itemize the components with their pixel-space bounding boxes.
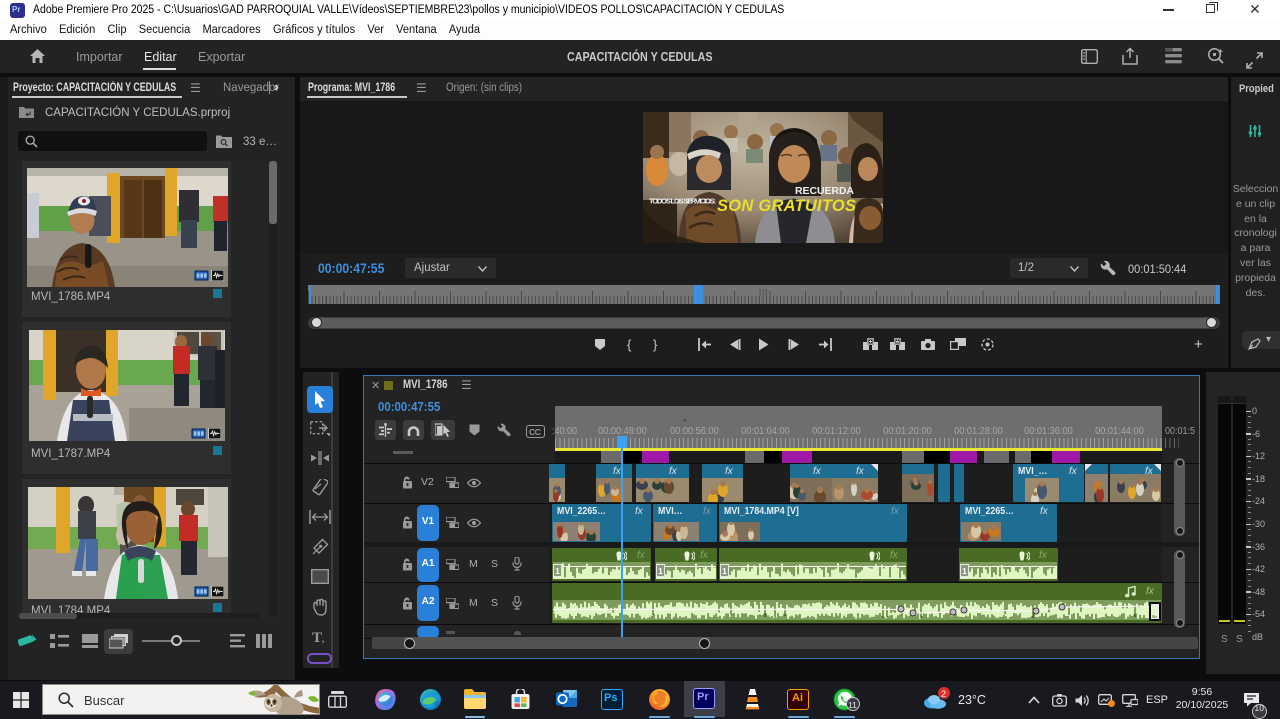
svg-text:TODOS LOS SERVICIOS:: TODOS LOS SERVICIOS: (649, 197, 716, 206)
svg-text:SON GRATUITOS: SON GRATUITOS (717, 197, 856, 215)
svg-text:RECUERDA: RECUERDA (795, 185, 854, 197)
